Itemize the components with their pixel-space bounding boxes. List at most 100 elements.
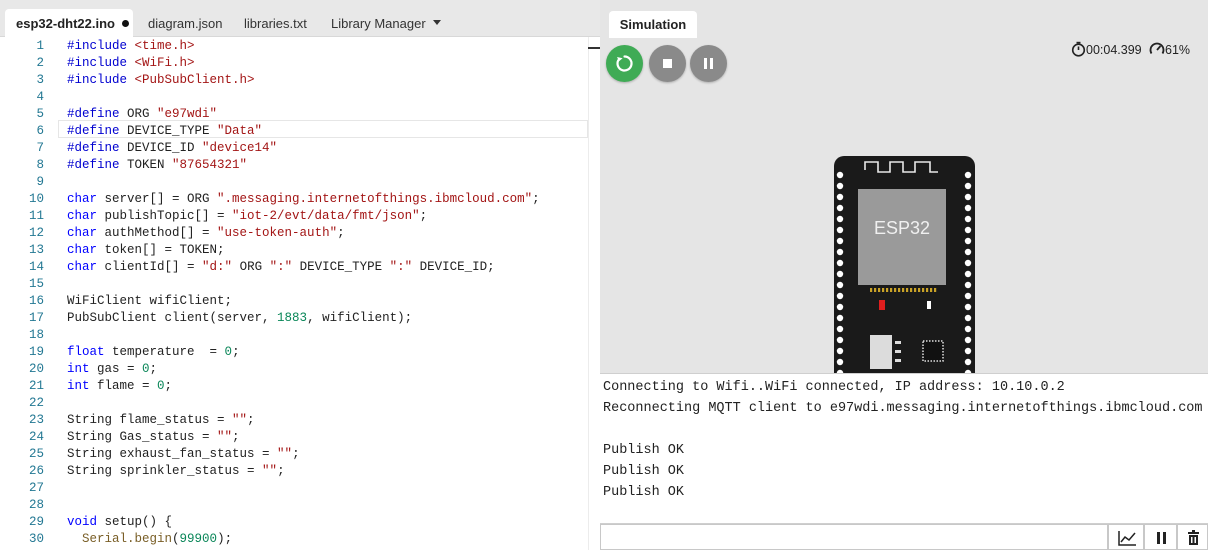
header-pin[interactable]	[836, 358, 844, 366]
line-number: 26	[28, 464, 44, 478]
trash-icon	[1188, 530, 1199, 545]
code-line: 5 #define ORG "e97wdi"	[0, 106, 588, 123]
esp32-board[interactable]: ESP32	[600, 95, 1208, 373]
header-pin[interactable]	[836, 270, 844, 278]
code-line: 29 void setup() {	[0, 514, 588, 531]
clear-output-button[interactable]	[1177, 524, 1208, 550]
editor-scrollbar[interactable]	[588, 37, 600, 550]
line-number: 17	[28, 311, 44, 325]
code-text: #include <WiFi.h>	[67, 56, 195, 70]
line-number: 13	[28, 243, 44, 257]
header-pin[interactable]	[836, 237, 844, 245]
module-pad	[922, 288, 925, 292]
module-pad	[882, 288, 885, 292]
header-pin[interactable]	[964, 204, 972, 212]
module-pad	[906, 288, 909, 292]
header-pin[interactable]	[836, 292, 844, 300]
line-number: 3	[36, 73, 44, 87]
diagram-canvas[interactable]: ESP32	[600, 95, 1208, 373]
header-pin[interactable]	[964, 292, 972, 300]
code-area[interactable]: 1 #include <time.h> 2 #include <WiFi.h> 3 #in…	[0, 37, 588, 550]
tab-diagram-json[interactable]: diagram.json	[148, 9, 222, 37]
code-line: 18	[0, 327, 588, 344]
header-pin[interactable]	[836, 347, 844, 355]
line-number: 29	[28, 515, 44, 529]
stop-button[interactable]	[649, 45, 686, 82]
line-number: 19	[28, 345, 44, 359]
tab-library-manager[interactable]: Library Manager	[331, 9, 426, 37]
header-pin[interactable]	[836, 336, 844, 344]
line-number: 28	[28, 498, 44, 512]
header-pin[interactable]	[836, 171, 844, 179]
header-pin[interactable]	[964, 314, 972, 322]
code-text: char publishTopic[] = "iot-2/evt/data/fm…	[67, 209, 428, 223]
code-text: char authMethod[] = "use-token-auth";	[67, 226, 345, 240]
header-pin[interactable]	[836, 182, 844, 190]
header-pin[interactable]	[836, 303, 844, 311]
module-pad	[886, 288, 889, 292]
module-pad	[914, 288, 917, 292]
line-number: 12	[28, 226, 44, 240]
header-pin[interactable]	[836, 193, 844, 201]
simulation-timer: 00:04.399	[1071, 41, 1142, 57]
module-pad	[910, 288, 913, 292]
code-text: String Gas_status = "";	[67, 430, 240, 444]
code-text: #define TOKEN "87654321"	[67, 158, 248, 172]
pause-button[interactable]	[690, 45, 727, 82]
header-pin[interactable]	[836, 204, 844, 212]
serial-input[interactable]	[600, 524, 1108, 550]
header-pin[interactable]	[964, 226, 972, 234]
header-pin[interactable]	[964, 193, 972, 201]
code-line: 16 WiFiClient wifiClient;	[0, 293, 588, 310]
serial-output-line: Publish OK	[603, 485, 685, 500]
header-pin[interactable]	[964, 325, 972, 333]
restart-button[interactable]	[606, 45, 643, 82]
header-pin[interactable]	[836, 215, 844, 223]
header-pin[interactable]	[964, 281, 972, 289]
tab-libraries-txt[interactable]: libraries.txt	[244, 9, 307, 37]
line-number: 5	[36, 107, 44, 121]
serial-input-bar	[600, 523, 1208, 550]
header-pin[interactable]	[836, 325, 844, 333]
header-pin[interactable]	[964, 358, 972, 366]
line-number: 9	[36, 175, 44, 189]
header-pin[interactable]	[964, 303, 972, 311]
header-pin[interactable]	[836, 226, 844, 234]
code-text: #define DEVICE_TYPE "Data"	[67, 124, 263, 138]
header-pin[interactable]	[836, 314, 844, 322]
line-number: 30	[28, 532, 44, 546]
simulation-speed: 61%	[1149, 41, 1190, 57]
header-pin[interactable]	[836, 281, 844, 289]
code-text: #define DEVICE_ID "device14"	[67, 141, 278, 155]
serial-pause-button[interactable]	[1144, 524, 1177, 550]
line-number: 15	[28, 277, 44, 291]
header-pin[interactable]	[964, 248, 972, 256]
header-pin[interactable]	[964, 336, 972, 344]
code-editor-pane: esp32-dht22.ino diagram.json libraries.t…	[0, 0, 600, 550]
chart-line-icon	[1118, 531, 1136, 546]
header-pin[interactable]	[836, 259, 844, 267]
code-line: 3 #include <PubSubClient.h>	[0, 72, 588, 89]
stopwatch-icon	[1071, 41, 1086, 57]
chevron-down-icon[interactable]	[433, 20, 441, 25]
line-number: 1	[36, 39, 44, 53]
code-line: 1 #include <time.h>	[0, 38, 588, 55]
header-pin[interactable]	[964, 270, 972, 278]
code-line: 22	[0, 395, 588, 412]
header-pin[interactable]	[964, 237, 972, 245]
header-pin[interactable]	[964, 182, 972, 190]
plotter-button[interactable]	[1108, 524, 1144, 550]
header-pin[interactable]	[964, 171, 972, 179]
tab-esp32-dht22-ino[interactable]: esp32-dht22.ino	[5, 9, 133, 37]
header-pin[interactable]	[964, 215, 972, 223]
line-number: 11	[28, 209, 44, 223]
header-pin[interactable]	[964, 259, 972, 267]
module-pad	[874, 288, 877, 292]
code-line: 14 char clientId[] = "d:" ORG ":" DEVICE_…	[0, 259, 588, 276]
code-line: 10 char server[] = ORG ".messaging.intern…	[0, 191, 588, 208]
header-pin[interactable]	[964, 347, 972, 355]
code-line: 4	[0, 89, 588, 106]
serial-output-line: Connecting to Wifi..WiFi connected, IP a…	[603, 380, 1065, 395]
tab-simulation[interactable]: Simulation	[609, 11, 697, 38]
header-pin[interactable]	[836, 248, 844, 256]
